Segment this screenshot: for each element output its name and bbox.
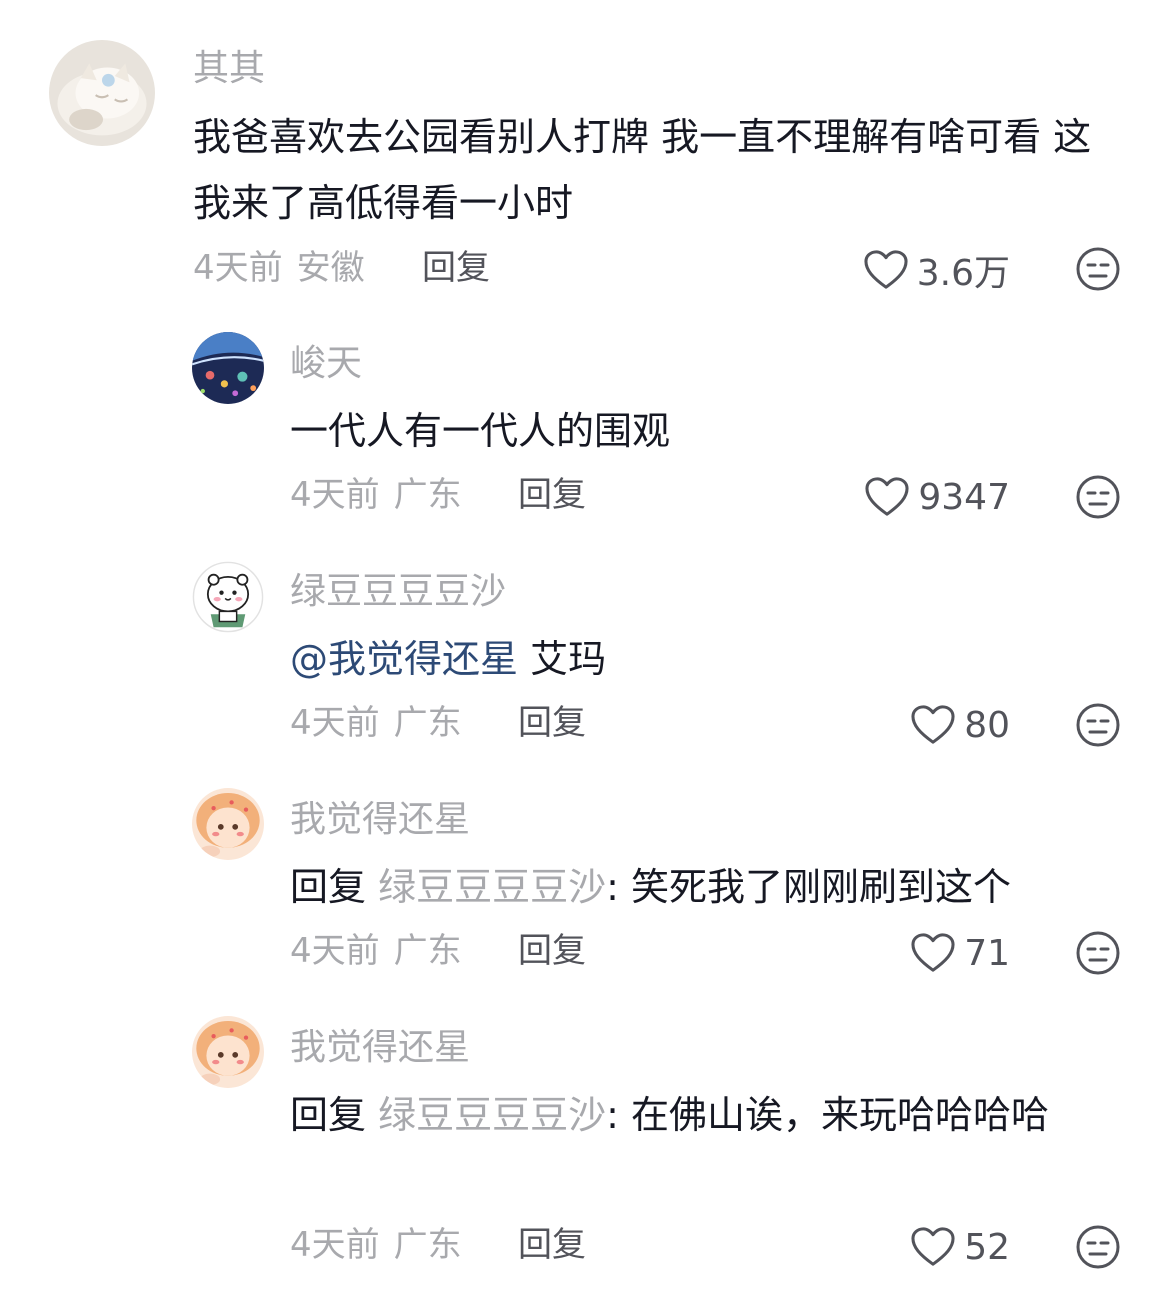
comment-meta: 4天前 广东 <box>290 1223 462 1267</box>
dislike-button[interactable] <box>1075 1224 1121 1270</box>
reply-prefix: 回复 <box>290 1093 367 1137</box>
reply-target-user[interactable]: 绿豆豆豆豆沙 <box>378 1093 606 1137</box>
comment-item: 我觉得还星 回复 绿豆豆豆豆沙: 在佛山诶，来玩哈哈哈哈 4天前 广东 回复 52 <box>0 0 1170 1295</box>
doll-avatar-icon <box>192 1016 264 1088</box>
comment-body: : 在佛山诶，来玩哈哈哈哈 <box>606 1093 1050 1137</box>
like-count: 52 <box>964 1226 1010 1268</box>
comment-text: 回复 绿豆豆豆豆沙: 在佛山诶，来玩哈哈哈哈 <box>290 1082 1120 1148</box>
reply-button[interactable]: 回复 <box>518 1223 586 1267</box>
like-button[interactable]: 52 <box>910 1222 1010 1272</box>
heart-icon <box>911 1227 955 1266</box>
unamused-face-icon <box>1076 1225 1120 1269</box>
username[interactable]: 我觉得还星 <box>290 1026 470 1070</box>
comment-time: 4天前 <box>290 1225 380 1265</box>
avatar[interactable] <box>192 1016 264 1088</box>
comment-location: 广东 <box>393 1225 462 1265</box>
